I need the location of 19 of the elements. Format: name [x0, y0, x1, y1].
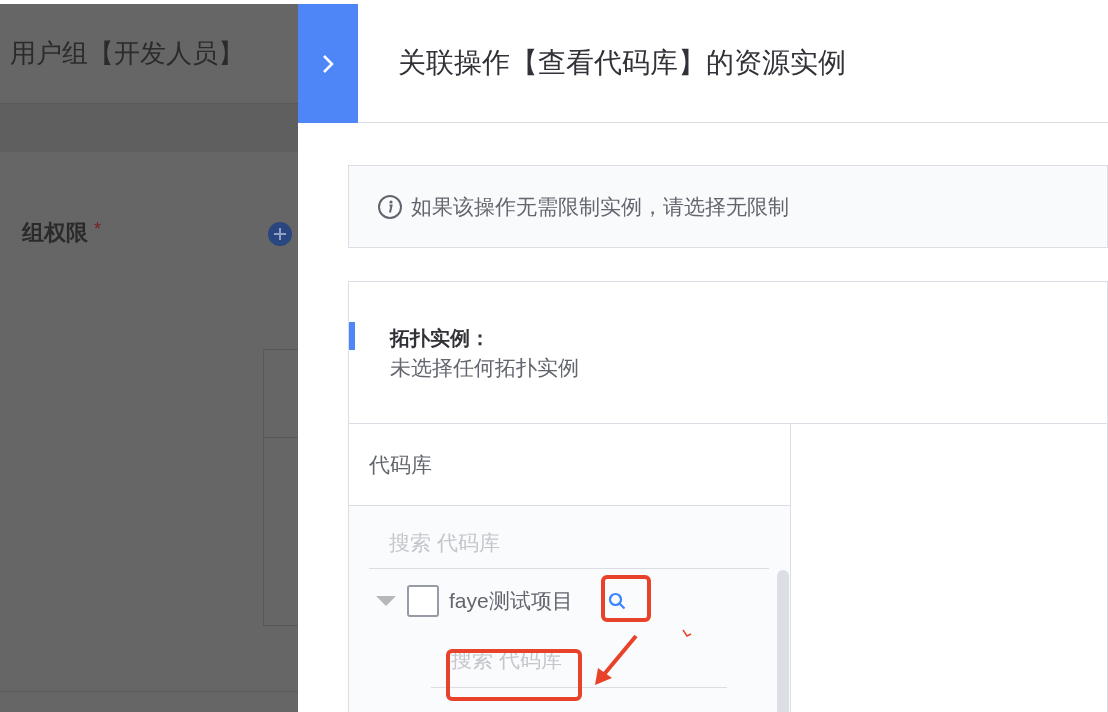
annotation-arrow — [593, 634, 639, 687]
scrollbar[interactable] — [777, 570, 789, 712]
drawer-title: 关联操作【查看代码库】的资源实例 — [398, 46, 846, 80]
required-mark: * — [94, 218, 101, 241]
column-header: 代码库 — [369, 451, 432, 478]
checkbox[interactable] — [407, 585, 439, 617]
info-icon — [377, 193, 403, 220]
topology-value: 未选择任何拓扑实例 — [390, 354, 580, 381]
chevron-right-icon — [322, 53, 334, 74]
search-icon[interactable] — [607, 591, 627, 611]
notice-text: 如果该操作无需限制实例，请选择无限制 — [411, 193, 789, 220]
page-title: 用户组【开发人员】 — [10, 37, 244, 70]
tree-item-label[interactable]: faye测试项目 — [449, 585, 597, 617]
accent-bar — [349, 322, 355, 350]
annotation-box — [601, 575, 651, 622]
section-label: 组权限 — [22, 219, 88, 247]
add-icon[interactable] — [268, 222, 292, 246]
annotation-mark — [682, 629, 692, 638]
topology-label: 拓扑实例： — [390, 325, 491, 351]
